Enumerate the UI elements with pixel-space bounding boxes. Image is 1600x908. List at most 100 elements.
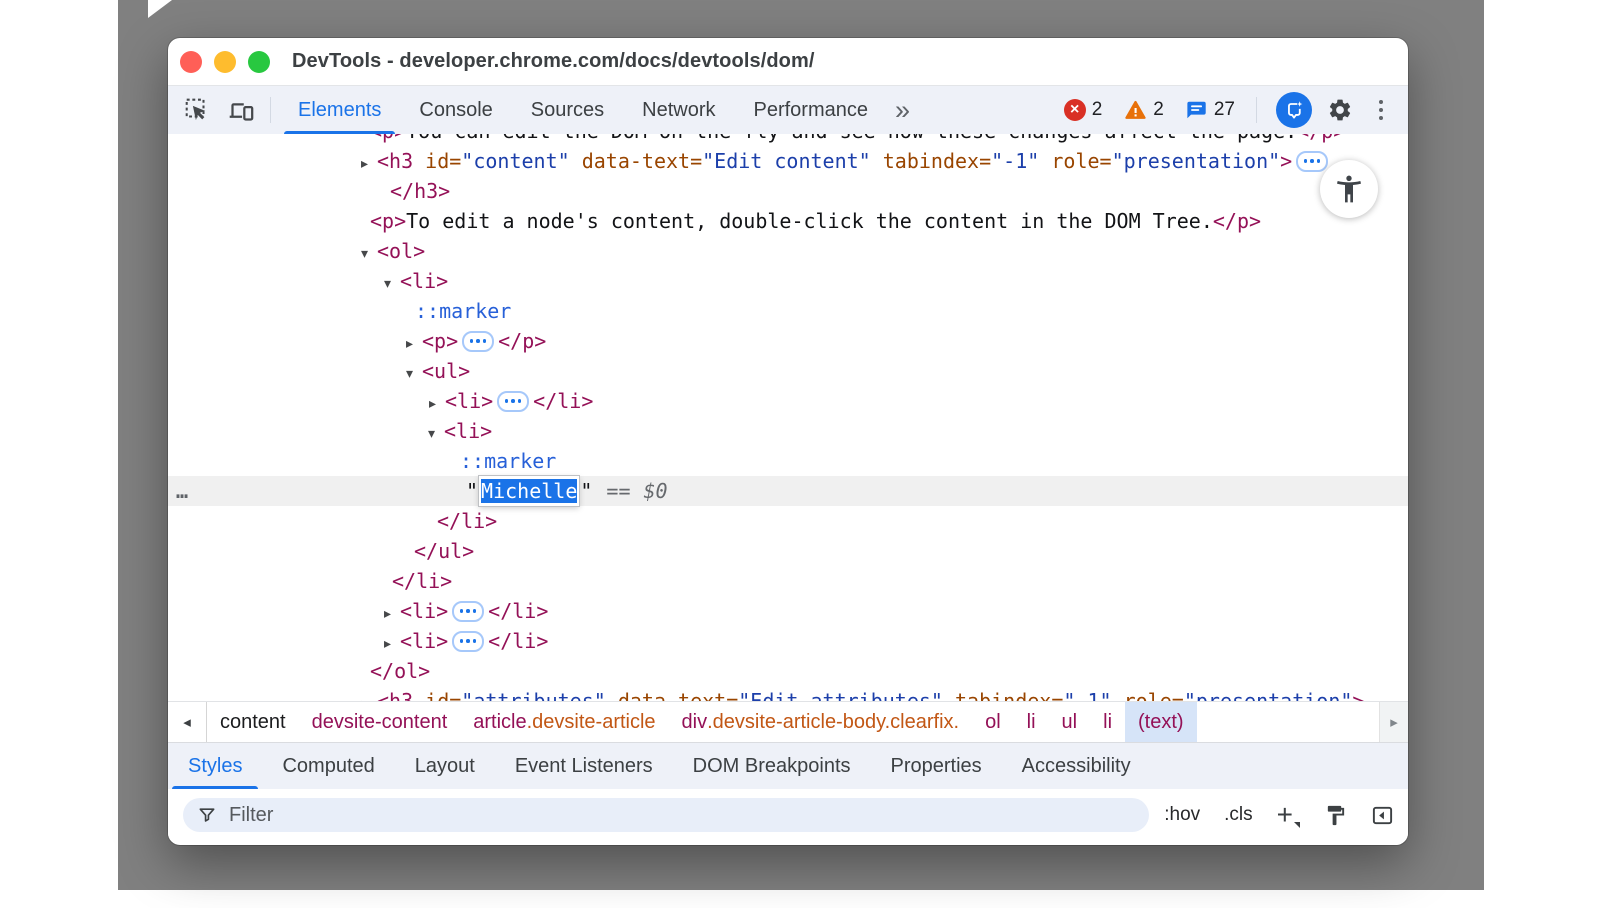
- styles-pane-tabbar: Styles Computed Layout Event Listeners DOM B…: [168, 742, 1408, 789]
- titlebar: DevTools - developer.chrome.com/docs/dev…: [168, 38, 1408, 86]
- ellipsis-expand-icon[interactable]: [462, 331, 494, 352]
- dom-tree-row[interactable]: ::marker: [168, 446, 1408, 476]
- toggle-hover-state-button[interactable]: :hov: [1164, 804, 1200, 826]
- toolbar-badges: × 2 2 27: [1064, 92, 1398, 128]
- breadcrumb: contentdevsite-contentarticle.devsite-ar…: [207, 702, 1197, 742]
- warnings-badge[interactable]: 2: [1124, 99, 1164, 122]
- dom-tree-row[interactable]: ▾<li>: [168, 266, 1408, 296]
- breadcrumb-item-div-devsite-article-body-clearfix[interactable]: div.devsite-article-body.clearfix.: [669, 702, 973, 742]
- breadcrumb-item-ul[interactable]: ul: [1049, 702, 1091, 742]
- tab-layout[interactable]: Layout: [415, 743, 475, 789]
- dom-tree-row[interactable]: ▾<li>: [168, 416, 1408, 446]
- tab-network[interactable]: Network: [623, 86, 734, 134]
- ellipsis-expand-icon[interactable]: [1296, 151, 1328, 172]
- main-menu-button[interactable]: [1364, 93, 1398, 127]
- minimize-window-button[interactable]: [214, 51, 236, 73]
- dom-tree-row[interactable]: <p>To edit a node's content, double-clic…: [168, 206, 1408, 236]
- tab-accessibility[interactable]: Accessibility: [1022, 743, 1131, 789]
- dom-tree-row[interactable]: </li>: [168, 566, 1408, 596]
- toolbar-divider: [1256, 97, 1257, 123]
- dom-tree-row[interactable]: ::marker: [168, 296, 1408, 326]
- more-tabs-icon[interactable]: »: [889, 97, 916, 124]
- disclosure-arrow-icon[interactable]: ▾: [406, 359, 422, 389]
- dom-tree-row[interactable]: ▾<ul>: [168, 356, 1408, 386]
- ai-sparkle-icon: [1283, 99, 1306, 122]
- breadcrumb-scroll-left-button[interactable]: ◂: [168, 702, 207, 742]
- new-style-rule-button[interactable]: +: [1277, 801, 1300, 829]
- gutter-ellipsis-icon: …: [176, 476, 188, 506]
- zoom-window-button[interactable]: [248, 51, 270, 73]
- warning-count: 2: [1153, 99, 1164, 121]
- breadcrumb-item-li[interactable]: li: [1090, 702, 1125, 742]
- tab-event-listeners[interactable]: Event Listeners: [515, 743, 653, 789]
- breadcrumb-item-ol[interactable]: ol: [972, 702, 1014, 742]
- dom-tree[interactable]: <p>You can edit the DOM on the fly and s…: [168, 134, 1408, 701]
- dock-side-icon: [1371, 804, 1394, 827]
- dom-tree-row[interactable]: ▸<p></p>: [168, 326, 1408, 356]
- filter-field[interactable]: [183, 798, 1149, 832]
- devtools-window: DevTools - developer.chrome.com/docs/dev…: [168, 38, 1408, 845]
- issues-badge[interactable]: 27: [1186, 99, 1235, 121]
- disclosure-arrow-icon[interactable]: ▾: [428, 419, 444, 449]
- dom-tree-row[interactable]: ▸<li></li>: [168, 596, 1408, 626]
- inspect-element-icon[interactable]: [182, 95, 212, 125]
- breadcrumb-bar: ◂ contentdevsite-contentarticle.devsite-…: [168, 701, 1408, 742]
- dock-sidebar-toggle-button[interactable]: [1371, 804, 1394, 827]
- gear-icon: [1327, 97, 1353, 123]
- toggle-element-classes-button[interactable]: .cls: [1224, 804, 1253, 826]
- dom-tree-row[interactable]: <p>You can edit the DOM on the fly and s…: [168, 134, 1408, 146]
- disclosure-arrow-icon[interactable]: ▸: [361, 149, 377, 179]
- dom-tree-row[interactable]: …"Michelle"==$0: [168, 476, 1408, 506]
- tab-performance[interactable]: Performance: [735, 86, 888, 134]
- filter-bar-actions: :hov .cls +: [1164, 801, 1394, 829]
- errors-badge[interactable]: × 2: [1064, 99, 1103, 121]
- disclosure-arrow-icon[interactable]: ▸: [384, 599, 400, 629]
- dom-tree-row[interactable]: </ul>: [168, 536, 1408, 566]
- tab-dom-breakpoints[interactable]: DOM Breakpoints: [693, 743, 851, 789]
- disclosure-arrow-icon[interactable]: ▾: [361, 239, 377, 269]
- disclosure-arrow-icon[interactable]: ▾: [384, 269, 400, 299]
- disclosure-arrow-icon[interactable]: ▸: [361, 689, 377, 701]
- dom-tree-row[interactable]: ▸<h3 id="content" data-text="Edit conten…: [168, 146, 1408, 176]
- issues-count: 27: [1214, 99, 1235, 121]
- text-node-edit-box[interactable]: Michelle: [479, 476, 579, 506]
- dom-tree-row[interactable]: </ol>: [168, 656, 1408, 686]
- tab-properties[interactable]: Properties: [891, 743, 982, 789]
- disclosure-arrow-icon[interactable]: ▸: [429, 389, 445, 419]
- close-window-button[interactable]: [180, 51, 202, 73]
- dom-tree-row[interactable]: ▸<li></li>: [168, 626, 1408, 656]
- accessibility-floating-button[interactable]: [1320, 160, 1378, 218]
- styles-filter-bar: :hov .cls +: [168, 789, 1408, 841]
- settings-button[interactable]: [1323, 93, 1357, 127]
- dom-tree-row[interactable]: </h3>: [168, 176, 1408, 206]
- dom-tree-row[interactable]: </li>: [168, 506, 1408, 536]
- breadcrumb-item-content[interactable]: content: [207, 702, 299, 742]
- breadcrumb-item-text[interactable]: (text): [1125, 702, 1197, 742]
- breadcrumb-scroll-right-button[interactable]: ▸: [1379, 702, 1408, 742]
- disclosure-arrow-icon[interactable]: ▸: [384, 629, 400, 659]
- breadcrumb-item-li[interactable]: li: [1014, 702, 1049, 742]
- tab-console[interactable]: Console: [400, 86, 511, 134]
- ellipsis-expand-icon[interactable]: [497, 391, 529, 412]
- device-toolbar-icon[interactable]: [226, 95, 256, 125]
- tab-elements[interactable]: Elements: [279, 86, 400, 134]
- dom-tree-row[interactable]: ▾<ol>: [168, 236, 1408, 266]
- paint-brush-icon: [1324, 804, 1347, 827]
- ellipsis-expand-icon[interactable]: [452, 631, 484, 652]
- ai-assistance-button[interactable]: [1276, 92, 1312, 128]
- tab-styles[interactable]: Styles: [188, 743, 242, 789]
- breadcrumb-item-article-devsite-article[interactable]: article.devsite-article: [460, 702, 668, 742]
- tab-sources[interactable]: Sources: [512, 86, 623, 134]
- filter-funnel-icon: [197, 805, 217, 825]
- breadcrumb-item-devsite-content[interactable]: devsite-content: [299, 702, 461, 742]
- dom-tree-row[interactable]: ▸<h3 id="attributes" data-text="Edit att…: [168, 686, 1408, 701]
- filter-input[interactable]: [227, 803, 1149, 828]
- error-icon: ×: [1064, 99, 1086, 121]
- rendering-emulation-button[interactable]: [1324, 804, 1347, 827]
- tab-computed[interactable]: Computed: [282, 743, 374, 789]
- dom-tree-row[interactable]: ▸<li></li>: [168, 386, 1408, 416]
- disclosure-arrow-icon[interactable]: ▸: [406, 329, 422, 359]
- accessibility-person-icon: [1333, 173, 1365, 205]
- ellipsis-expand-icon[interactable]: [452, 601, 484, 622]
- window-title: DevTools - developer.chrome.com/docs/dev…: [292, 50, 815, 73]
